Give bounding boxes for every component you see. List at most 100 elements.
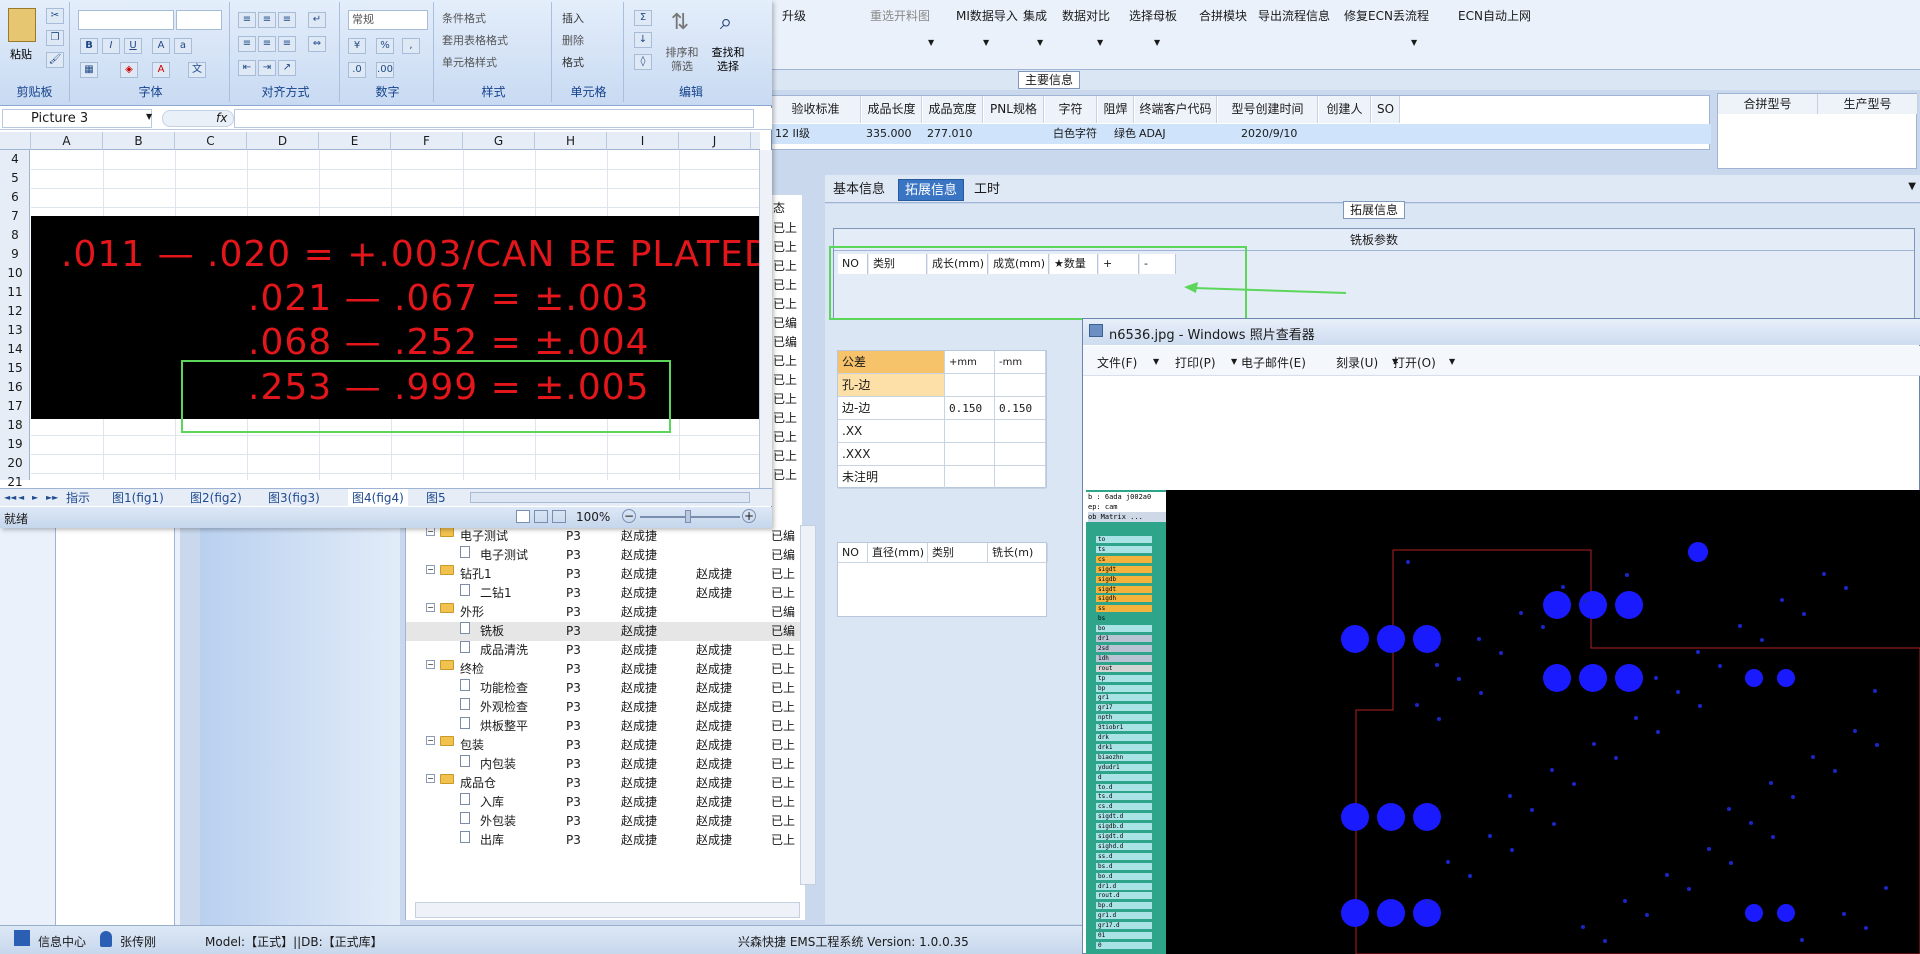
matrix-button[interactable]: ob Matrix ...	[1088, 512, 1166, 522]
sort-filter-button[interactable]: 排序和 筛选	[660, 46, 704, 74]
tol-cell[interactable]	[995, 466, 1046, 489]
drill-col-4[interactable]: 铣长(m)	[988, 543, 1048, 563]
main-col-4[interactable]: PNL规格	[984, 96, 1044, 123]
layer-item[interactable]: 01	[1096, 932, 1152, 939]
page-layout-icon[interactable]	[534, 510, 548, 523]
sheet-tab-3[interactable]: 图2(fig2)	[190, 489, 242, 507]
main-info-grid[interactable]: 验收标准 成品长度 成品宽度 PNL规格 字符 阻焊 终端客户代码 型号创建时间 创建人 SO 12…	[770, 95, 1711, 150]
main-col-10[interactable]: SO	[1372, 96, 1400, 123]
viewer-menu-1[interactable]: 文件(F)	[1097, 354, 1137, 371]
tree-node-label[interactable]: 外形	[460, 603, 484, 622]
viewer-menu-3[interactable]: 电子邮件(E)	[1241, 354, 1306, 371]
bold-icon[interactable]: B	[80, 38, 98, 54]
tree-row[interactable]: − 钻孔1 P3 赵成捷 赵成捷 已上	[406, 565, 806, 584]
layer-item[interactable]: sigdt.d	[1096, 813, 1152, 821]
row-header[interactable]: 19	[0, 435, 30, 454]
row-header[interactable]: 8	[0, 226, 30, 245]
sheet-tab-4[interactable]: 图3(fig3)	[268, 489, 320, 507]
main-col-1[interactable]: 验收标准	[771, 96, 861, 123]
tree-node-label[interactable]: 终检	[460, 660, 484, 679]
underline-icon[interactable]: U	[124, 38, 142, 54]
phonetic-icon[interactable]: 文	[188, 62, 206, 78]
column-header[interactable]: A	[31, 132, 103, 150]
font-shrink-icon[interactable]: a	[174, 38, 192, 54]
layer-item[interactable]: biaozhn	[1096, 753, 1152, 761]
align-right-icon[interactable]: ≡	[278, 36, 296, 52]
layer-item[interactable]: sigdh	[1096, 595, 1152, 603]
chevron-down-icon[interactable]: ▼	[1449, 357, 1455, 366]
tree-row[interactable]: 电子测试 P3 赵成捷 已编	[406, 546, 806, 565]
tab-work-hours[interactable]: 工时	[968, 179, 1006, 201]
layer-item[interactable]: rout	[1096, 664, 1152, 672]
tree-row[interactable]: 入库 P3 赵成捷 赵成捷 已上	[406, 793, 806, 812]
tree-node-label[interactable]: 内包装	[480, 755, 516, 774]
sheet-tab-1[interactable]: 指示	[66, 489, 90, 507]
main-col-3[interactable]: 成品宽度	[923, 96, 983, 123]
row-header[interactable]: 7	[0, 207, 30, 226]
tree-row[interactable]: 外包装 P3 赵成捷 赵成捷 已上	[406, 812, 806, 831]
find-select-icon[interactable]: ⌕	[708, 10, 744, 38]
row-header[interactable]: 16	[0, 378, 30, 397]
tree-row[interactable]: 二钻1 P3 赵成捷 赵成捷 已上	[406, 584, 806, 603]
align-center-icon[interactable]: ≡	[258, 36, 276, 52]
layer-item[interactable]: 0	[1096, 941, 1152, 949]
sheet-nav-icon[interactable]: ►	[32, 489, 38, 507]
insert-cells-button[interactable]: 插入	[562, 10, 584, 26]
column-header[interactable]: I	[607, 132, 679, 150]
tab-basic-info[interactable]: 基本信息	[827, 179, 891, 201]
tree-node-label[interactable]: 铣板	[480, 622, 504, 641]
main-cell-3[interactable]: 277.010	[927, 124, 973, 144]
increase-decimal-icon[interactable]: .0	[348, 62, 366, 78]
sheet-tab-2[interactable]: 图1(fig1)	[112, 489, 164, 507]
chevron-down-icon[interactable]: ▼	[1097, 38, 1103, 47]
align-middle-icon[interactable]: ≡	[258, 12, 276, 28]
top-menu-1[interactable]: 升级	[782, 7, 806, 24]
font-color-icon[interactable]: A	[152, 62, 170, 78]
tol-cell[interactable]	[945, 443, 995, 466]
tol-cell[interactable]	[945, 420, 995, 443]
top-menu-9[interactable]: 修复ECN丢流程	[1344, 7, 1429, 24]
tol-cell[interactable]: 0.150	[995, 397, 1046, 420]
conditional-format-button[interactable]: 条件格式	[442, 10, 486, 26]
row-header[interactable]: 13	[0, 321, 30, 340]
sort-filter-icon[interactable]: ⇅	[662, 10, 698, 38]
main-cell-6[interactable]: 绿色	[1114, 124, 1136, 144]
sheet-nav-icon[interactable]: ◄◄	[4, 489, 16, 507]
zoom-in-icon[interactable]: +	[742, 509, 756, 523]
layer-item[interactable]: to	[1096, 536, 1152, 543]
tree-row[interactable]: − 包装 P3 赵成捷 赵成捷 已上	[406, 736, 806, 755]
zoom-slider-thumb[interactable]	[685, 510, 691, 523]
tree-row[interactable]: 烘板整平 P3 赵成捷 赵成捷 已上	[406, 717, 806, 736]
name-box[interactable]: Picture 3	[2, 109, 152, 128]
column-header[interactable]: J	[679, 132, 751, 150]
column-header[interactable]: H	[535, 132, 607, 150]
paste-icon[interactable]	[8, 8, 36, 42]
fill-icon[interactable]: ↓	[634, 32, 652, 48]
tree-node-label[interactable]: 电子测试	[460, 527, 508, 546]
tree-row[interactable]: − 成品仓 P3 赵成捷 赵成捷 已上	[406, 774, 806, 793]
layer-list-panel[interactable]: b : 6ada j002a0 ep: cam ob Matrix ... to…	[1086, 490, 1166, 954]
main-col-5[interactable]: 字符	[1045, 96, 1097, 123]
layer-item[interactable]: sighd.d	[1096, 842, 1152, 850]
tol-cell[interactable]: 孔-边	[838, 374, 945, 397]
top-menu-10[interactable]: ECN自动上网	[1458, 7, 1531, 24]
format-painter-icon[interactable]: 🖌	[46, 52, 64, 68]
tree-node-label[interactable]: 成品清洗	[480, 641, 528, 660]
viewer-menu-2[interactable]: 打印(P)	[1175, 354, 1216, 371]
column-header[interactable]: B	[103, 132, 175, 150]
zoom-out-icon[interactable]: −	[622, 509, 636, 523]
layer-item[interactable]: sigdb.d	[1096, 823, 1152, 831]
tree-node-label[interactable]: 入库	[480, 793, 504, 812]
tree-row[interactable]: 内包装 P3 赵成捷 赵成捷 已上	[406, 755, 806, 774]
side-info-grid[interactable]: 合拼型号 生产型号	[1717, 93, 1918, 169]
main-cell-7[interactable]: ADAJ	[1139, 124, 1166, 144]
top-menu-7[interactable]: 合拼模块	[1199, 7, 1247, 24]
sheet-hscrollbar[interactable]	[470, 492, 750, 503]
sheet-tab-6[interactable]: 图5	[426, 489, 446, 507]
comma-icon[interactable]: ,	[402, 38, 420, 54]
main-col-7[interactable]: 终端客户代码	[1135, 96, 1217, 123]
tree-node-label[interactable]: 出库	[480, 831, 504, 850]
layer-item[interactable]: ss	[1096, 605, 1152, 613]
wrap-text-icon[interactable]: ↵	[308, 12, 326, 28]
layer-item[interactable]: d	[1096, 773, 1152, 781]
